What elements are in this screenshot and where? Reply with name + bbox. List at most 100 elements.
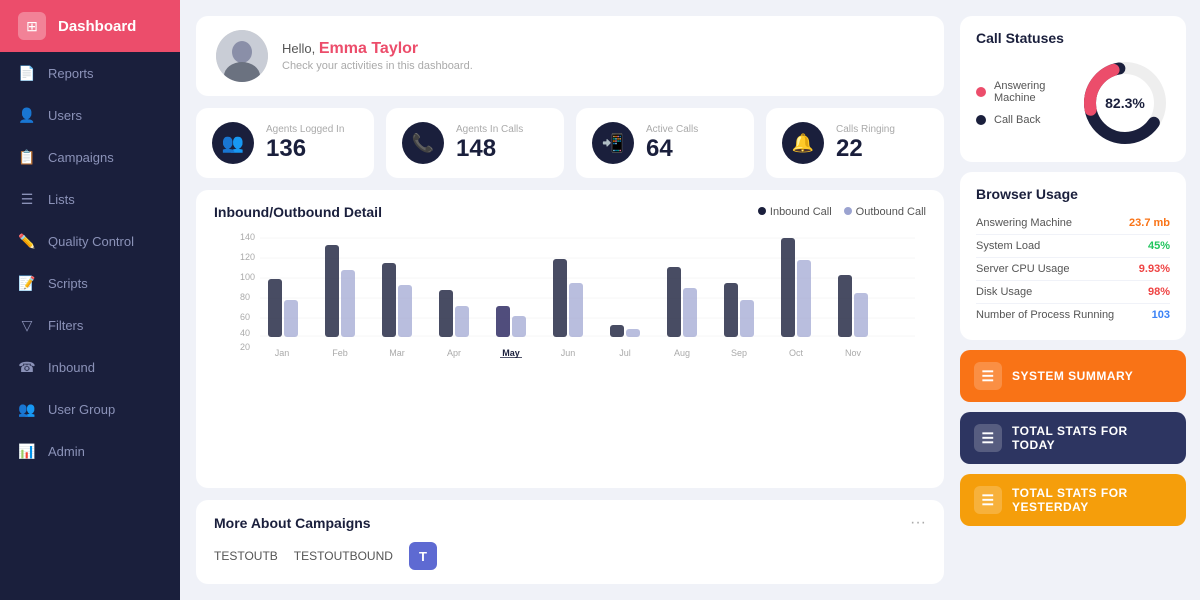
sidebar-lists-label: Lists — [48, 192, 75, 207]
stat-text: Agents Logged In 136 — [266, 124, 344, 163]
svg-text:May: May — [502, 348, 520, 358]
stat-card-calls-ringing: 🔔 Calls Ringing 22 — [766, 108, 944, 178]
more-options-button[interactable]: ··· — [910, 514, 926, 532]
sidebar-campaigns-label: Campaigns — [48, 150, 114, 165]
svg-text:Jan: Jan — [275, 348, 290, 358]
stat-text: Calls Ringing 22 — [836, 124, 895, 163]
sidebar-item-filters[interactable]: ▽ Filters — [0, 304, 180, 346]
svg-text:100: 100 — [240, 272, 255, 282]
browser-row-2: Server CPU Usage 9.93% — [976, 258, 1170, 281]
campaign-badge: T — [409, 542, 437, 570]
browser-value-4: 103 — [1152, 309, 1170, 321]
agents-logged-in-label: Agents Logged In — [266, 124, 344, 135]
sidebar-item-inbound[interactable]: ☎ Inbound — [0, 346, 180, 388]
browser-row-3: Disk Usage 98% — [976, 281, 1170, 304]
sidebar-item-admin[interactable]: 📊 Admin — [0, 430, 180, 472]
browser-value-0: 23.7 mb — [1129, 217, 1170, 229]
browser-label-0: Answering Machine — [976, 217, 1072, 229]
browser-value-1: 45% — [1148, 240, 1170, 252]
avatar — [216, 30, 268, 82]
stat-text: Active Calls 64 — [646, 124, 698, 163]
stat-text: Agents In Calls 148 — [456, 124, 523, 163]
sidebar-item-reports[interactable]: 📄 Reports — [0, 52, 180, 94]
sidebar-item-quality-control[interactable]: ✏️ Quality Control — [0, 220, 180, 262]
sidebar-admin-label: Admin — [48, 444, 85, 459]
sidebar-quality-control-label: Quality Control — [48, 234, 134, 249]
browser-usage-title: Browser Usage — [976, 186, 1170, 202]
svg-text:Jul: Jul — [619, 348, 631, 358]
browser-row-4: Number of Process Running 103 — [976, 304, 1170, 326]
content-area: Hello, Emma Taylor Check your activities… — [180, 0, 1200, 600]
agents-in-calls-icon: 📞 — [402, 122, 444, 164]
sidebar-item-users[interactable]: 👤 Users — [0, 94, 180, 136]
svg-text:Nov: Nov — [845, 348, 862, 358]
browser-label-3: Disk Usage — [976, 286, 1032, 298]
active-calls-value: 64 — [646, 135, 698, 163]
total-stats-yesterday-icon: ☰ — [974, 486, 1002, 514]
agents-logged-in-icon: 👥 — [212, 122, 254, 164]
admin-icon: 📊 — [18, 442, 36, 460]
call-status-legend: Answering Machine Call Back — [976, 80, 1080, 126]
chart-card: Inbound/Outbound Detail Inbound Call Out… — [196, 190, 944, 488]
svg-text:Jun: Jun — [561, 348, 576, 358]
inbound-legend-item: Inbound Call — [758, 206, 832, 218]
campaign-title: More About Campaigns — [214, 515, 371, 531]
filters-icon: ▽ — [18, 316, 36, 334]
agents-in-calls-label: Agents In Calls — [456, 124, 523, 135]
sidebar-users-label: Users — [48, 108, 82, 123]
browser-label-1: System Load — [976, 240, 1040, 252]
system-summary-icon: ☰ — [974, 362, 1002, 390]
svg-text:60: 60 — [240, 312, 250, 322]
calls-ringing-value: 22 — [836, 135, 895, 163]
chart-title: Inbound/Outbound Detail — [214, 204, 382, 220]
svg-text:Aug: Aug — [674, 348, 690, 358]
answering-label: Answering Machine — [994, 80, 1080, 104]
sidebar-inbound-label: Inbound — [48, 360, 95, 375]
campaign-row: TESTOUTB TESTOUTBOUND T — [214, 542, 926, 570]
sidebar-user-group-label: User Group — [48, 402, 115, 417]
svg-text:Mar: Mar — [389, 348, 405, 358]
stat-card-active-calls: 📲 Active Calls 64 — [576, 108, 754, 178]
greeting-line: Hello, Emma Taylor — [282, 40, 473, 58]
legend-item-answering: Answering Machine — [976, 80, 1080, 104]
system-summary-button[interactable]: ☰ SYSTEM SUMMARY — [960, 350, 1186, 402]
total-stats-today-label: TOTAL STATS FOR TODAY — [1012, 424, 1172, 452]
bar-chart: 140 120 100 80 60 40 20 — [214, 228, 926, 358]
svg-text:Oct: Oct — [789, 348, 804, 358]
total-stats-yesterday-button[interactable]: ☰ TOTAL STATS FOR YESTERDAY — [960, 474, 1186, 526]
svg-text:Apr: Apr — [447, 348, 461, 358]
dashboard-icon: ⊞ — [18, 12, 46, 40]
browser-usage-card: Browser Usage Answering Machine 23.7 mb … — [960, 172, 1186, 340]
reports-icon: 📄 — [18, 64, 36, 82]
callback-dot — [976, 115, 986, 125]
sidebar-item-user-group[interactable]: 👥 User Group — [0, 388, 180, 430]
sidebar-item-lists[interactable]: ☰ Lists — [0, 178, 180, 220]
system-summary-label: SYSTEM SUMMARY — [1012, 369, 1133, 383]
svg-text:Feb: Feb — [332, 348, 348, 358]
total-stats-today-button[interactable]: ☰ TOTAL STATS FOR TODAY — [960, 412, 1186, 464]
campaign-outbound-name: TESTOUTBOUND — [294, 549, 393, 563]
greeting-prefix: Hello, — [282, 41, 319, 56]
agents-in-calls-value: 148 — [456, 135, 523, 163]
calls-ringing-icon: 🔔 — [782, 122, 824, 164]
sidebar-item-campaigns[interactable]: 📋 Campaigns — [0, 136, 180, 178]
donut-percentage: 82.3% — [1105, 95, 1145, 111]
quality-control-icon: ✏️ — [18, 232, 36, 250]
total-stats-today-icon: ☰ — [974, 424, 1002, 452]
sidebar: ⊞ Dashboard 📄 Reports 👤 Users 📋 Campaign… — [0, 0, 180, 600]
sidebar-item-scripts[interactable]: 📝 Scripts — [0, 262, 180, 304]
stat-card-agents-in-calls: 📞 Agents In Calls 148 — [386, 108, 564, 178]
header-card: Hello, Emma Taylor Check your activities… — [196, 16, 944, 96]
user-group-icon: 👥 — [18, 400, 36, 418]
stat-card-agents-logged-in: 👥 Agents Logged In 136 — [196, 108, 374, 178]
legend-item-callback: Call Back — [976, 114, 1080, 126]
sidebar-item-dashboard[interactable]: ⊞ Dashboard — [0, 0, 180, 52]
svg-text:120: 120 — [240, 252, 255, 262]
svg-text:20: 20 — [240, 342, 250, 352]
scripts-icon: 📝 — [18, 274, 36, 292]
campaigns-icon: 📋 — [18, 148, 36, 166]
browser-label-4: Number of Process Running — [976, 309, 1114, 321]
stats-row: 👥 Agents Logged In 136 📞 Agents In Calls… — [196, 108, 944, 178]
user-name: Emma Taylor — [319, 40, 418, 57]
chart-header: Inbound/Outbound Detail Inbound Call Out… — [214, 204, 926, 220]
